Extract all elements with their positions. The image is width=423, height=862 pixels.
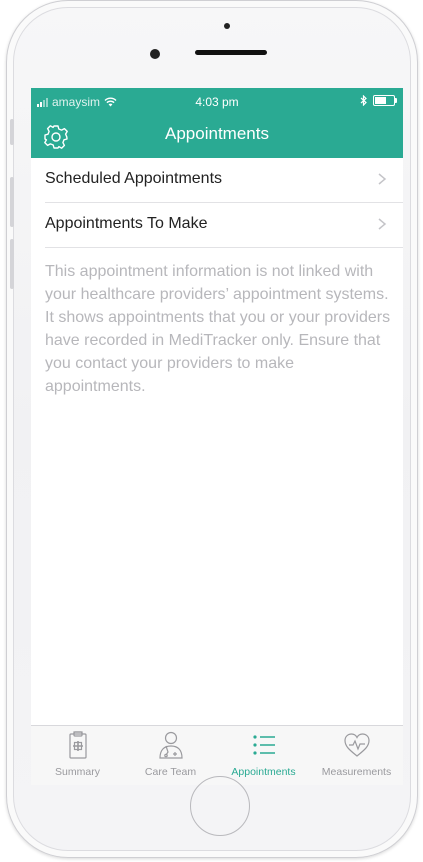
volume-up-button (10, 177, 14, 227)
doctor-icon (158, 731, 183, 759)
status-right (360, 95, 397, 106)
navigation-bar: Appointments (31, 116, 403, 158)
bluetooth-icon (360, 95, 367, 106)
list-icon (252, 735, 275, 755)
clipboard-icon (68, 731, 87, 759)
status-bar: amaysim 4:03 pm (31, 88, 403, 116)
tab-summary[interactable]: Summary (31, 726, 124, 785)
proximity-sensor (224, 23, 230, 29)
battery-icon (373, 95, 397, 106)
chevron-right-icon (378, 218, 387, 230)
list-item-label: Scheduled Appointments (45, 170, 223, 187)
heart-pulse-icon (343, 733, 370, 757)
tab-label: Measurements (321, 766, 392, 778)
volume-down-button (10, 239, 14, 289)
page-title: Appointments (165, 124, 269, 143)
info-disclaimer: This appointment information is not link… (45, 263, 391, 395)
tab-label: Care Team (144, 766, 197, 778)
tab-label: Summary (55, 766, 100, 778)
scheduled-appointments-item[interactable]: Scheduled Appointments (45, 158, 403, 203)
home-button[interactable] (190, 776, 250, 836)
tab-appointments[interactable]: Appointments (217, 726, 310, 785)
earpiece-speaker (195, 50, 267, 55)
front-camera (150, 49, 160, 59)
status-time: 4:03 pm (195, 95, 239, 109)
app-screen: amaysim 4:03 pm Appointments Scheduled A… (31, 88, 403, 785)
appointments-menu: Scheduled Appointments Appointments To M… (31, 158, 403, 248)
list-item-label: Appointments To Make (45, 215, 208, 232)
tab-label: Appointments (231, 766, 296, 778)
tab-measurements[interactable]: Measurements (310, 726, 403, 785)
mute-switch (10, 119, 14, 145)
chevron-right-icon (378, 173, 387, 185)
appointments-to-make-item[interactable]: Appointments To Make (45, 203, 403, 248)
tab-care-team[interactable]: Care Team (124, 726, 217, 785)
